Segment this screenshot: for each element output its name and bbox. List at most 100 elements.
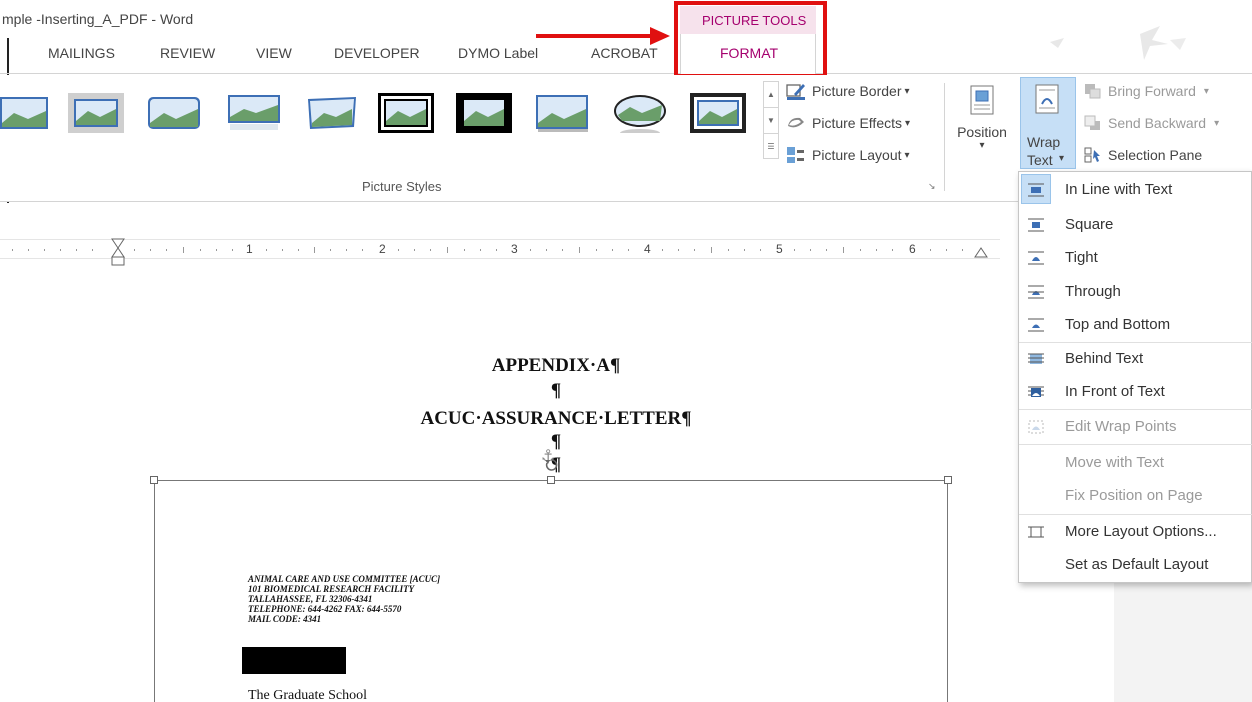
- menu-item-more-layout-options[interactable]: More Layout Options...: [1019, 515, 1252, 548]
- menu-item-through[interactable]: Through: [1019, 275, 1252, 308]
- dropdown-arrow-icon: ▾: [1203, 85, 1209, 97]
- picture-style-2[interactable]: [68, 93, 124, 135]
- graduate-school-text: The Graduate School: [248, 688, 367, 702]
- menu-item-square[interactable]: Square: [1019, 208, 1252, 241]
- picture-style-7[interactable]: [456, 93, 512, 135]
- gallery-up-icon[interactable]: ▲: [764, 82, 778, 108]
- position-label: Position: [957, 124, 1007, 140]
- menu-item-label: Behind Text: [1065, 350, 1144, 367]
- tab-view[interactable]: VIEW: [256, 45, 292, 61]
- resize-handle[interactable]: [944, 476, 952, 484]
- picture-layout-button[interactable]: Picture Layout ▾: [786, 144, 910, 166]
- menu-item-top-and-bottom[interactable]: Top and Bottom: [1019, 308, 1252, 341]
- red-arrow-annotation-icon: [536, 27, 670, 45]
- dialog-launcher-icon[interactable]: ↘: [928, 181, 936, 192]
- doc-heading-letter: ACUC·ASSURANCE·LETTER¶: [420, 408, 692, 429]
- gallery-more-icon[interactable]: ☰: [764, 134, 778, 160]
- tab-dymo-label[interactable]: DYMO Label: [458, 45, 538, 61]
- gallery-down-icon[interactable]: ▼: [764, 108, 778, 134]
- picture-style-8[interactable]: [534, 93, 590, 135]
- tab-review[interactable]: REVIEW: [160, 45, 215, 61]
- ruler-ticks: [12, 247, 963, 253]
- menu-item-label: Through: [1065, 283, 1121, 300]
- picture-style-4[interactable]: [226, 93, 282, 135]
- picture-style-thumb-icon: [148, 97, 200, 129]
- ruler-number: 2: [379, 242, 386, 256]
- wrap-text-line2: Text: [1027, 152, 1053, 168]
- through-wrap-icon: [1028, 285, 1044, 298]
- picture-style-3[interactable]: [146, 93, 202, 135]
- picture-styles-group-label: Picture Styles: [362, 179, 442, 194]
- picture-style-thumb-icon: [456, 93, 512, 133]
- menu-item-label: Square: [1065, 216, 1114, 233]
- ruler-number: 5: [776, 242, 783, 256]
- position-icon: [970, 85, 994, 115]
- picture-style-thumb-icon: [308, 97, 356, 129]
- menu-item-set-default-layout[interactable]: Set as Default Layout: [1019, 548, 1252, 581]
- gallery-scroll[interactable]: ▲ ▼ ☰: [763, 81, 779, 159]
- menu-item-label: Edit Wrap Points: [1065, 418, 1177, 435]
- menu-item-behind-text[interactable]: Behind Text: [1019, 342, 1252, 375]
- rotate-handle-icon[interactable]: [544, 458, 558, 474]
- top-bottom-wrap-icon: [1028, 318, 1044, 331]
- tight-wrap-icon: [1028, 251, 1044, 264]
- indent-marker-icon[interactable]: [111, 238, 125, 266]
- picture-effects-button[interactable]: Picture Effects ▾: [786, 112, 910, 134]
- bring-forward-button[interactable]: Bring Forward ▾: [1084, 80, 1209, 102]
- menu-item-inline-with-text[interactable]: In Line with Text: [1019, 173, 1252, 206]
- doc-paragraph-mark: ¶: [550, 380, 562, 401]
- picture-effects-label: Picture Effects: [812, 115, 903, 131]
- tab-developer[interactable]: DEVELOPER: [334, 45, 420, 61]
- picture-effects-icon: [788, 117, 804, 128]
- doc-heading-appendix: APPENDIX·A¶: [491, 355, 621, 376]
- right-indent-marker-icon[interactable]: [974, 246, 988, 258]
- selection-pane-label: Selection Pane: [1108, 147, 1203, 163]
- resize-handle[interactable]: [150, 476, 158, 484]
- tab-mailings[interactable]: MAILINGS: [48, 45, 115, 61]
- menu-item-tight[interactable]: Tight: [1019, 241, 1252, 274]
- behind-text-icon: [1028, 353, 1044, 364]
- picture-style-thumb-icon: [378, 93, 434, 133]
- picture-border-label: Picture Border: [812, 83, 902, 99]
- menu-item-label: Set as Default Layout: [1065, 556, 1209, 573]
- menu-item-in-front-of-text[interactable]: In Front of Text: [1019, 375, 1252, 408]
- menu-item-edit-wrap-points[interactable]: Edit Wrap Points: [1019, 410, 1252, 443]
- menu-item-label: Tight: [1065, 249, 1098, 266]
- picture-layout-icon: [787, 147, 804, 163]
- picture-style-6[interactable]: [378, 93, 434, 135]
- send-backward-button[interactable]: Send Backward ▾: [1084, 112, 1219, 134]
- picture-style-5[interactable]: [304, 93, 360, 135]
- picture-style-9[interactable]: [612, 93, 668, 135]
- letter-head-line: 101 BIOMEDICAL RESEARCH FACILITY: [248, 584, 415, 594]
- inline-wrap-icon: [1028, 183, 1044, 196]
- picture-style-thumb-icon: [690, 93, 746, 133]
- picture-style-1[interactable]: [0, 93, 48, 135]
- ruler-number: 6: [909, 242, 916, 256]
- menu-item-label: Move with Text: [1065, 454, 1164, 471]
- dropdown-arrow-icon: ▾: [979, 140, 985, 151]
- picture-style-10[interactable]: [690, 93, 746, 135]
- dropdown-arrow-icon: ▾: [905, 117, 911, 129]
- doc-paragraph-mark: ¶: [550, 431, 562, 452]
- picture-border-button[interactable]: Picture Border ▾: [786, 80, 910, 102]
- resize-handle[interactable]: [547, 476, 555, 484]
- menu-item-label: Top and Bottom: [1065, 316, 1171, 333]
- dropdown-arrow-icon: ▾: [904, 149, 910, 161]
- selection-pane-icon: [1084, 147, 1100, 163]
- redaction-box: [242, 647, 346, 674]
- position-button[interactable]: Position ▾: [950, 83, 1014, 169]
- picture-style-thumb-icon: [614, 95, 666, 133]
- letter-head-line: ANIMAL CARE AND USE COMMITTEE [ACUC]: [248, 574, 441, 584]
- tab-acrobat[interactable]: ACROBAT: [591, 45, 658, 61]
- letter-head-line: MAIL CODE: 4341: [248, 614, 322, 624]
- wrap-text-button[interactable]: Wrap Text ▾: [1020, 77, 1076, 169]
- in-front-text-icon: [1028, 386, 1044, 397]
- menu-item-fix-position[interactable]: Fix Position on Page: [1019, 479, 1252, 512]
- layout-options-icon: [1028, 526, 1044, 537]
- picture-layout-label: Picture Layout: [812, 147, 902, 163]
- square-wrap-icon: [1028, 218, 1044, 231]
- menu-item-move-with-text[interactable]: Move with Text: [1019, 446, 1252, 479]
- horizontal-ruler[interactable]: 1 2 3 4 5 6: [0, 238, 1000, 266]
- picture-border-icon: [786, 84, 805, 100]
- selection-pane-button[interactable]: Selection Pane: [1084, 144, 1202, 166]
